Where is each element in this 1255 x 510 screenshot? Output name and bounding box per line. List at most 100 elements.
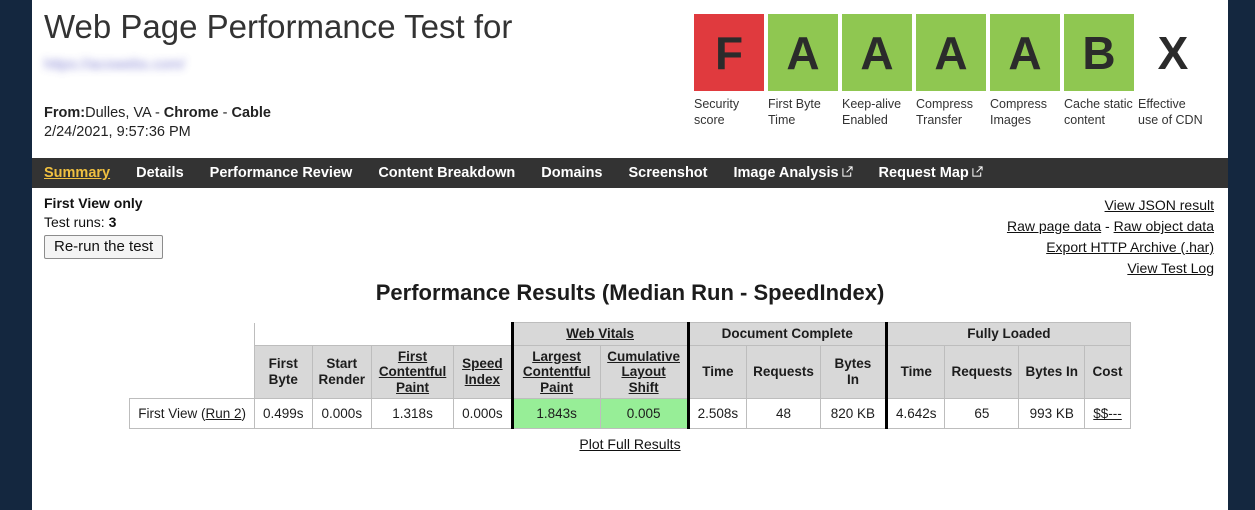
plot-full-results-row: Plot Full Results xyxy=(32,436,1228,454)
grade-item: X Effective use of CDN xyxy=(1138,14,1208,128)
nav-item-image-analysis[interactable]: Image Analysis xyxy=(734,165,853,181)
grade-letter-box: A xyxy=(768,14,838,91)
nav-item-label: Details xyxy=(136,165,184,181)
grade-item: A Compress Transfer xyxy=(916,14,986,128)
grade-label: Cache static content xyxy=(1064,97,1133,127)
test-runs-label: Test runs: xyxy=(44,214,105,230)
export-har-row: Export HTTP Archive (.har) xyxy=(1007,237,1214,258)
grade-label: First Byte Time xyxy=(768,97,821,127)
column-header-fl-bytes-in: Bytes In xyxy=(1018,344,1086,400)
column-header-speed-index: Speed Index xyxy=(453,344,513,400)
nav-item-request-map[interactable]: Request Map xyxy=(879,165,983,181)
nav-item-label: Screenshot xyxy=(628,165,708,181)
speed-index-link[interactable]: Speed Index xyxy=(462,356,503,387)
page-root: Web Page Performance Test for https://ac… xyxy=(0,0,1255,510)
column-header-dc-time: Time xyxy=(687,344,748,400)
cell-fl-time: 4.642s xyxy=(885,398,946,430)
utility-links: View JSON result Raw page data - Raw obj… xyxy=(1007,195,1214,279)
cell-first-contentful-paint: 1.318s xyxy=(371,398,455,430)
nav-item-content-breakdown[interactable]: Content Breakdown xyxy=(378,165,515,181)
nav-item-label: Summary xyxy=(44,165,111,181)
column-header-dc-bytes-in: Bytes In xyxy=(819,344,888,400)
column-header-start-render: Start Render xyxy=(311,344,373,400)
grade-label: Security score xyxy=(694,97,740,127)
cell-fl-requests: 65 xyxy=(944,398,1020,430)
cumulative-layout-shift-link[interactable]: Cumulative Layout Shift xyxy=(607,349,680,395)
view-log-row: View Test Log xyxy=(1007,258,1214,279)
performance-results-table: Web Vitals Document Complete Fully Loade… xyxy=(129,322,1131,430)
grade-summary: F Security score A First Byte Time A Keep-ali… xyxy=(694,14,1208,128)
table-group-header-row: Web Vitals Document Complete Fully Loade… xyxy=(129,322,1131,346)
row-label-suffix: ) xyxy=(241,406,247,422)
view-json-result-link[interactable]: View JSON result xyxy=(1105,197,1214,213)
grade-item: B Cache static content xyxy=(1064,14,1134,128)
from-connection: Cable xyxy=(231,105,271,121)
export-http-archive-link[interactable]: Export HTTP Archive (.har) xyxy=(1046,239,1214,255)
nav-item-domains[interactable]: Domains xyxy=(541,165,602,181)
group-header-document-complete: Document Complete xyxy=(687,322,888,346)
grade-letter-box: X xyxy=(1157,26,1189,79)
cell-dc-time: 2.508s xyxy=(687,398,748,430)
cell-dc-bytes-in: 820 KB xyxy=(819,398,888,430)
view-json-row: View JSON result xyxy=(1007,195,1214,216)
test-location-line: From:Dulles, VA - Chrome - Cable xyxy=(44,105,271,121)
first-contentful-paint-link[interactable]: First Contentful Paint xyxy=(379,349,446,395)
view-test-log-link[interactable]: View Test Log xyxy=(1127,260,1214,276)
grade-letter-box: A xyxy=(990,14,1060,91)
grade-item: A Keep-alive Enabled xyxy=(842,14,912,128)
grade-letter-box: F xyxy=(694,14,764,91)
from-location: Dulles, VA - xyxy=(85,105,164,121)
cell-fl-bytes-in: 993 KB xyxy=(1018,398,1086,430)
main-nav[interactable]: Summary Details Performance Review Content … xyxy=(32,158,1228,188)
nav-item-label: Content Breakdown xyxy=(378,165,516,181)
tested-url-blurred: https://acowebs.com/ xyxy=(44,56,185,73)
re-run-test-button[interactable]: Re-run the test xyxy=(44,235,164,259)
column-header-cumulative-layout-shift: Cumulative Layout Shift xyxy=(599,344,690,400)
links-separator: - xyxy=(1101,218,1114,234)
grade-item: F Security score xyxy=(694,14,764,128)
cost-link[interactable]: $$--- xyxy=(1093,406,1122,421)
group-header-spacer-metrics xyxy=(254,322,513,346)
nav-item-performance-review[interactable]: Performance Review xyxy=(210,165,353,181)
cell-fl-cost: $$--- xyxy=(1084,398,1131,430)
page-sheet: Web Page Performance Test for https://ac… xyxy=(32,0,1228,510)
column-header-first-contentful-paint: First Contentful Paint xyxy=(371,344,455,400)
column-header-largest-contentful-paint: Largest Contentful Paint xyxy=(510,344,601,400)
cell-start-render: 0.000s xyxy=(311,398,373,430)
from-browser: Chrome xyxy=(163,105,219,121)
group-header-fully-loaded: Fully Loaded xyxy=(885,322,1131,346)
raw-object-data-link[interactable]: Raw object data xyxy=(1114,218,1214,234)
raw-page-data-link[interactable]: Raw page data xyxy=(1007,218,1101,234)
nav-item-details[interactable]: Details xyxy=(136,165,184,181)
column-header-fl-time: Time xyxy=(885,344,946,400)
grade-item: A Compress Images xyxy=(990,14,1060,128)
results-title: Performance Results (Median Run - SpeedI… xyxy=(375,280,885,305)
row-label-first-view: First View (Run 2) xyxy=(129,398,255,430)
nav-item-screenshot[interactable]: Screenshot xyxy=(629,165,708,181)
nav-item-summary[interactable]: Summary xyxy=(44,165,110,181)
grade-label: Effective use of CDN xyxy=(1138,97,1203,127)
cell-first-byte: 0.499s xyxy=(254,398,313,430)
largest-contentful-paint-link[interactable]: Largest Contentful Paint xyxy=(523,349,590,395)
grade-letter-box: A xyxy=(842,14,912,91)
plot-full-results-link[interactable]: Plot Full Results xyxy=(579,436,680,452)
run-2-link[interactable]: Run 2 xyxy=(205,406,241,421)
column-header-spacer xyxy=(129,345,255,399)
external-link-icon xyxy=(972,165,983,177)
nav-item-label: Request Map xyxy=(878,165,969,181)
from-label: From: xyxy=(44,105,86,121)
results-table-wrap: Web Vitals Document Complete Fully Loade… xyxy=(32,322,1228,430)
grade-label: Compress Transfer xyxy=(916,97,973,127)
web-vitals-link[interactable]: Web Vitals xyxy=(566,326,634,341)
table-column-header-row: First Byte Start Render First Contentful… xyxy=(129,344,1131,400)
table-row: First View (Run 2) 0.499s 0.000s 1.318s … xyxy=(129,398,1131,430)
grade-label: Compress Images xyxy=(990,97,1047,127)
page-header: Web Page Performance Test for https://ac… xyxy=(32,0,1228,158)
test-runs-value: 3 xyxy=(108,214,117,230)
cell-dc-requests: 48 xyxy=(746,398,821,430)
nav-item-label: Image Analysis xyxy=(733,165,839,181)
test-timestamp: 2/24/2021, 9:57:36 PM xyxy=(44,124,191,140)
nav-item-label: Domains xyxy=(541,165,603,181)
column-header-dc-requests: Requests xyxy=(746,344,821,400)
group-header-web-vitals: Web Vitals xyxy=(510,322,690,346)
